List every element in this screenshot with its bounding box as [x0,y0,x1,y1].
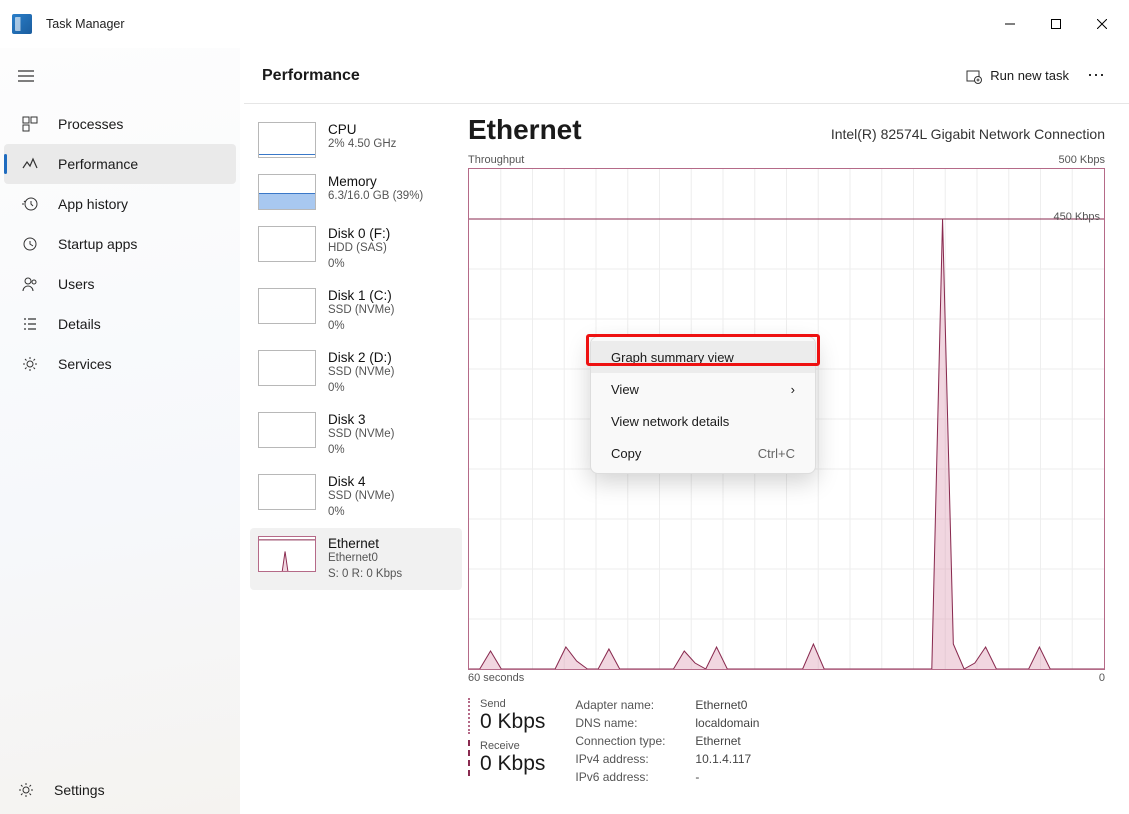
disk-thumb [258,226,316,262]
disk-thumb [258,474,316,510]
send-label: Send [480,698,545,710]
run-task-label: Run new task [990,68,1069,83]
nav-label: Performance [58,156,138,172]
ctx-copy-accel: Ctrl+C [758,446,795,461]
nav-app-history[interactable]: App history [4,184,236,224]
nav-label: Processes [58,116,123,132]
chart-ymax-label: 500 Kbps [1059,154,1105,166]
chart-xmax: 0 [1099,672,1105,684]
hamburger-button[interactable] [0,56,240,96]
disk-thumb [258,288,316,324]
ctx-network-details[interactable]: View network details [591,405,815,437]
chart-title-label: Throughput [468,154,524,166]
mini-cpu[interactable]: CPU2% 4.50 GHz [250,114,462,166]
mini-disk2[interactable]: Disk 2 (D:)SSD (NVMe)0% [250,342,462,404]
memory-thumb [258,174,316,210]
users-icon [22,276,38,292]
nav-performance[interactable]: Performance [4,144,236,184]
disk-thumb [258,412,316,448]
app-icon [12,14,32,34]
services-icon [22,356,38,372]
mini-list: CPU2% 4.50 GHz Memory6.3/16.0 GB (39%) D… [244,104,462,814]
context-menu: Graph summary view View› View network de… [590,336,816,474]
nav-label: Details [58,316,101,332]
nav-details[interactable]: Details [4,304,236,344]
window-title: Task Manager [46,17,125,31]
ctx-view[interactable]: View› [591,373,815,405]
send-value: 0 Kbps [480,710,545,734]
maximize-button[interactable] [1033,8,1079,40]
connection-details: Adapter name:Ethernet0 DNS name:localdom… [575,698,759,784]
nav-services[interactable]: Services [4,344,236,384]
nav-startup[interactable]: Startup apps [4,224,236,264]
close-button[interactable] [1079,8,1125,40]
chevron-right-icon: › [791,382,795,397]
chart-yline-label: 450 Kbps [1054,211,1100,223]
startup-icon [22,236,38,252]
ethernet-thumb [258,536,316,572]
mini-disk3[interactable]: Disk 3SSD (NVMe)0% [250,404,462,466]
minimize-button[interactable] [987,8,1033,40]
nav-label: Users [58,276,95,292]
nav-settings[interactable]: Settings [0,766,240,814]
nav-label: Services [58,356,112,372]
mini-disk0[interactable]: Disk 0 (F:)HDD (SAS)0% [250,218,462,280]
run-new-task-button[interactable]: Run new task [966,68,1069,84]
nav-rail: Processes Performance App history Startu… [0,48,240,814]
adapter-name: Intel(R) 82574L Gigabit Network Connecti… [831,126,1105,142]
nav-users[interactable]: Users [4,264,236,304]
ctx-copy[interactable]: CopyCtrl+C [591,437,815,469]
more-button[interactable]: ⋯ [1083,65,1111,86]
chart-xmin: 60 seconds [468,672,524,684]
recv-value: 0 Kbps [480,752,545,776]
recv-label: Receive [480,740,545,752]
nav-label: Startup apps [58,236,137,252]
history-icon [22,196,38,212]
run-task-icon [966,68,982,84]
mini-memory[interactable]: Memory6.3/16.0 GB (39%) [250,166,462,218]
ctx-graph-summary[interactable]: Graph summary view [591,341,815,373]
gear-icon [18,782,34,798]
details-icon [22,316,38,332]
processes-icon [22,116,38,132]
mini-ethernet[interactable]: EthernetEthernet0S: 0 R: 0 Kbps [250,528,462,590]
mini-disk1[interactable]: Disk 1 (C:)SSD (NVMe)0% [250,280,462,342]
titlebar: Task Manager [0,0,1129,48]
performance-icon [22,156,38,172]
nav-label: App history [58,196,128,212]
mini-disk4[interactable]: Disk 4SSD (NVMe)0% [250,466,462,528]
nav-processes[interactable]: Processes [4,104,236,144]
disk-thumb [258,350,316,386]
settings-label: Settings [54,782,105,798]
page-title: Performance [262,67,360,85]
detail-title: Ethernet [468,114,582,146]
menu-icon [18,70,34,82]
page-header: Performance Run new task ⋯ [244,48,1129,104]
cpu-thumb [258,122,316,158]
